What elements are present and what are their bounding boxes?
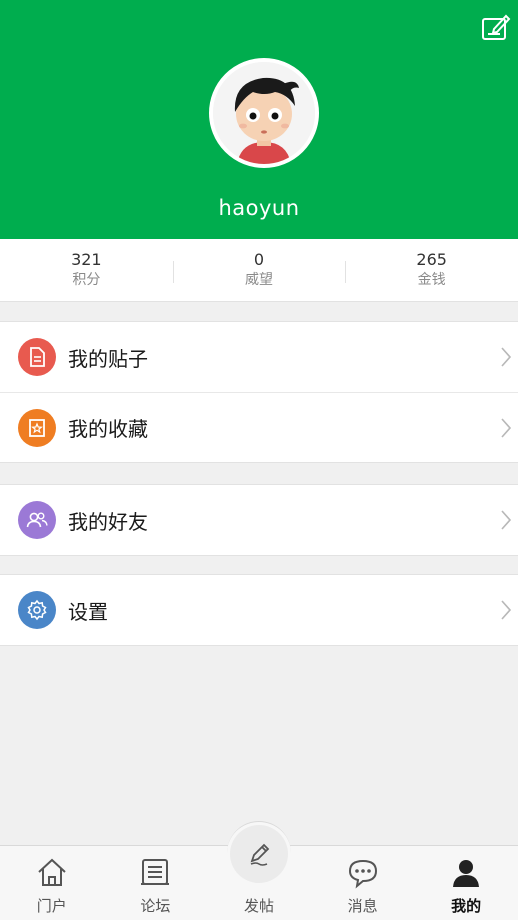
edit-note-icon xyxy=(482,14,511,40)
star-box-icon xyxy=(18,408,56,447)
menu-group-settings: 设置 xyxy=(0,574,518,646)
menu-group-social: 我的好友 xyxy=(0,484,518,556)
post-button[interactable] xyxy=(229,825,288,883)
stat-label: 威望 xyxy=(245,272,273,288)
tab-mine[interactable]: 我的 xyxy=(414,846,518,920)
chat-icon xyxy=(348,859,377,889)
stat-money[interactable]: 265 金钱 xyxy=(345,239,518,301)
menu-item-settings[interactable]: 设置 xyxy=(0,575,518,645)
menu-label: 设置 xyxy=(68,599,108,624)
chevron-right-icon xyxy=(501,418,512,438)
stat-value: 321 xyxy=(71,250,102,269)
stat-label: 积分 xyxy=(72,272,101,288)
avatar[interactable] xyxy=(209,58,319,168)
gear-icon xyxy=(18,591,56,629)
menu-item-my-friends[interactable]: 我的好友 xyxy=(0,485,518,555)
person-icon xyxy=(453,860,480,887)
username: haoyun xyxy=(218,196,300,220)
tab-messages[interactable]: 消息 xyxy=(311,846,415,920)
stat-prestige[interactable]: 0 威望 xyxy=(172,239,346,301)
edit-profile-button[interactable] xyxy=(480,12,512,44)
tab-forum[interactable]: 论坛 xyxy=(104,846,208,920)
tab-portal[interactable]: 门户 xyxy=(0,846,104,920)
forum-icon xyxy=(141,859,170,885)
menu-item-my-favorites[interactable]: 我的收藏 xyxy=(0,392,518,462)
tab-label: 发帖 xyxy=(243,897,274,915)
tab-label: 消息 xyxy=(347,897,378,915)
tab-new-post[interactable]: 发帖 xyxy=(207,821,311,920)
tab-label: 论坛 xyxy=(140,897,171,915)
menu-label: 我的好友 xyxy=(68,509,148,534)
chevron-right-icon xyxy=(501,600,512,620)
menu-label: 我的收藏 xyxy=(68,417,148,441)
document-icon xyxy=(18,338,56,376)
home-icon xyxy=(38,858,66,886)
stats-bar: 321 积分 0 威望 265 金钱 xyxy=(0,239,518,302)
menu-item-my-posts[interactable]: 我的贴子 xyxy=(0,322,518,392)
cartoon-avatar-image xyxy=(213,62,315,164)
menu-group-content: 我的贴子 我的收藏 xyxy=(0,321,518,463)
profile-page: haoyun 321 积分 0 威望 265 金钱 我的贴子 我的收藏 我的好友… xyxy=(0,0,518,920)
tab-label: 我的 xyxy=(451,897,482,915)
pen-icon xyxy=(250,843,270,866)
menu-label: 我的贴子 xyxy=(68,346,148,371)
stat-points[interactable]: 321 积分 xyxy=(0,239,173,301)
stat-label: 金钱 xyxy=(417,272,446,288)
tab-label: 门户 xyxy=(36,897,67,915)
profile-header: haoyun xyxy=(0,0,518,239)
stat-value: 265 xyxy=(416,250,447,269)
stat-value: 0 xyxy=(253,250,265,269)
people-icon xyxy=(18,501,56,539)
chevron-right-icon xyxy=(501,510,512,530)
chevron-right-icon xyxy=(501,347,512,367)
bottom-tab-bar: 门户 论坛 发帖 消息 我的 xyxy=(0,821,518,920)
